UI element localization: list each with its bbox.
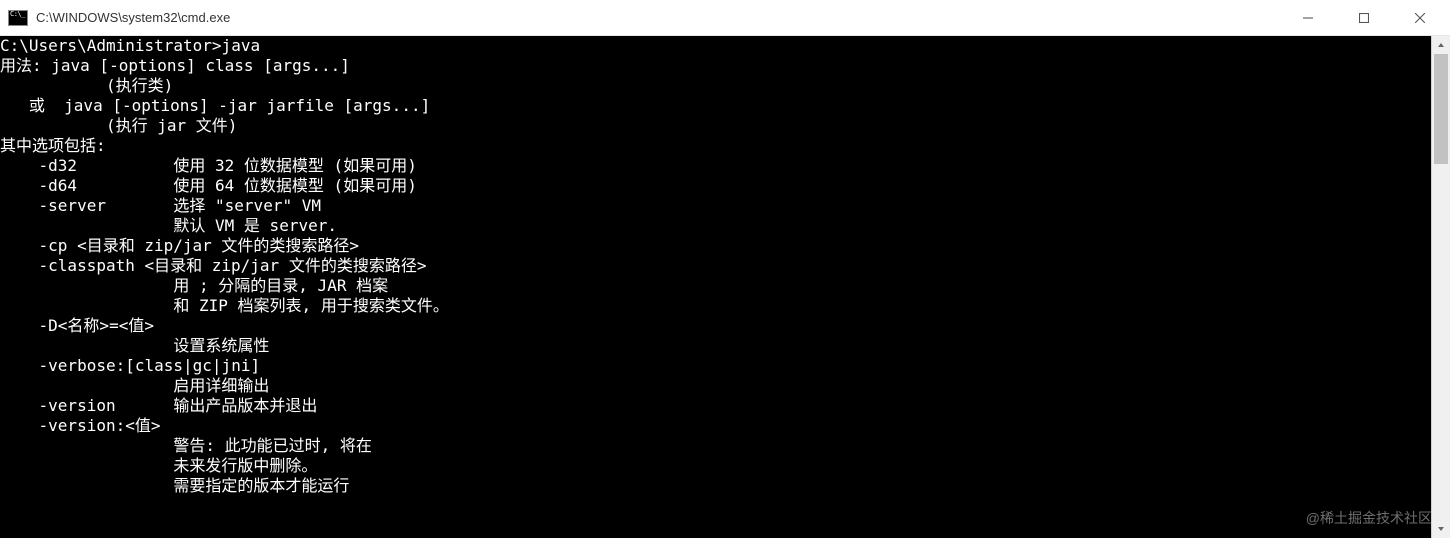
- app-window: C:\WINDOWS\system32\cmd.exe C:\Users\Adm…: [0, 0, 1450, 538]
- terminal-line: -server 选择 "server" VM: [0, 196, 1431, 216]
- terminal-line: 需要指定的版本才能运行: [0, 476, 1431, 496]
- vertical-scrollbar[interactable]: [1431, 36, 1450, 538]
- client-area: C:\Users\Administrator>java用法: java [-op…: [0, 36, 1450, 538]
- close-button[interactable]: [1392, 0, 1448, 35]
- terminal-line: 启用详细输出: [0, 376, 1431, 396]
- terminal-line: 用 ; 分隔的目录, JAR 档案: [0, 276, 1431, 296]
- terminal-line: (执行 jar 文件): [0, 116, 1431, 136]
- cmd-icon: [8, 10, 28, 26]
- terminal-line: -version 输出产品版本并退出: [0, 396, 1431, 416]
- terminal-output[interactable]: C:\Users\Administrator>java用法: java [-op…: [0, 36, 1431, 538]
- terminal-line: 设置系统属性: [0, 336, 1431, 356]
- chevron-up-icon: [1437, 41, 1445, 49]
- terminal-line: -verbose:[class|gc|jni]: [0, 356, 1431, 376]
- terminal-line: 用法: java [-options] class [args...]: [0, 56, 1431, 76]
- titlebar[interactable]: C:\WINDOWS\system32\cmd.exe: [0, 0, 1450, 36]
- terminal-line: 和 ZIP 档案列表, 用于搜索类文件。: [0, 296, 1431, 316]
- terminal-line: -d64 使用 64 位数据模型 (如果可用): [0, 176, 1431, 196]
- terminal-line: 默认 VM 是 server.: [0, 216, 1431, 236]
- maximize-button[interactable]: [1336, 0, 1392, 35]
- terminal-line: 未来发行版中删除。: [0, 456, 1431, 476]
- close-icon: [1415, 13, 1425, 23]
- chevron-down-icon: [1437, 525, 1445, 533]
- terminal-line: -D<名称>=<值>: [0, 316, 1431, 336]
- scroll-up-button[interactable]: [1432, 36, 1450, 54]
- terminal-line: 或 java [-options] -jar jarfile [args...]: [0, 96, 1431, 116]
- minimize-icon: [1303, 13, 1313, 23]
- terminal-line: 其中选项包括:: [0, 136, 1431, 156]
- terminal-line: -cp <目录和 zip/jar 文件的类搜索路径>: [0, 236, 1431, 256]
- terminal-line: -d32 使用 32 位数据模型 (如果可用): [0, 156, 1431, 176]
- maximize-icon: [1359, 13, 1369, 23]
- terminal-line: -classpath <目录和 zip/jar 文件的类搜索路径>: [0, 256, 1431, 276]
- scrollbar-thumb[interactable]: [1434, 54, 1448, 164]
- terminal-line: -version:<值>: [0, 416, 1431, 436]
- terminal-line: 警告: 此功能已过时, 将在: [0, 436, 1431, 456]
- terminal-line: C:\Users\Administrator>java: [0, 36, 1431, 56]
- minimize-button[interactable]: [1280, 0, 1336, 35]
- terminal-line: (执行类): [0, 76, 1431, 96]
- scroll-down-button[interactable]: [1432, 520, 1450, 538]
- window-controls: [1280, 0, 1448, 35]
- window-title: C:\WINDOWS\system32\cmd.exe: [36, 10, 230, 25]
